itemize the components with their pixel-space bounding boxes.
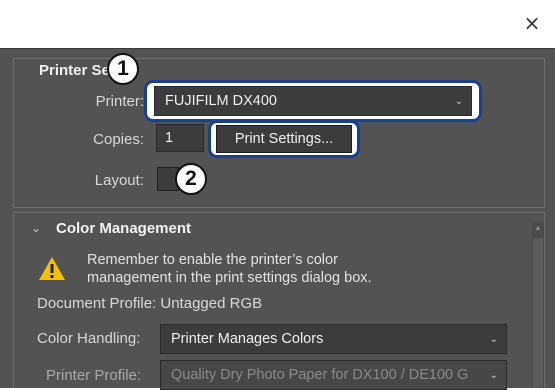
printer-label: Printer: (95, 93, 144, 110)
scrollbar-thumb[interactable] (533, 238, 543, 387)
color-handling-value: Printer Manages Colors (171, 331, 324, 347)
layout-label: Layout: (94, 172, 144, 189)
printer-profile-label: Printer Profile: (46, 367, 142, 384)
close-icon[interactable]: × (521, 12, 543, 34)
title-bar: × (0, 0, 555, 48)
color-management-title: Color Management (56, 220, 192, 237)
warning-line-2: management in the print settings dialog … (87, 270, 372, 286)
chevron-down-icon: ⌄ (489, 369, 498, 381)
callout-badge-2: 2 (175, 163, 207, 195)
print-settings-button[interactable]: Print Settings... (216, 125, 352, 153)
chevron-down-icon: ⌄ (454, 95, 463, 107)
copies-label: Copies: (93, 131, 144, 148)
color-handling-select[interactable]: Printer Manages Colors ⌄ (160, 324, 507, 354)
warning-line-1: Remember to enable the printer’s color (87, 252, 338, 268)
printer-select-value: FUJIFILM DX400 (165, 93, 277, 109)
scrollbar[interactable]: ▲ (532, 222, 544, 387)
printer-profile-select[interactable]: Quality Dry Photo Paper for DX100 / DE10… (160, 360, 507, 390)
document-profile-text: Document Profile: Untagged RGB (37, 295, 263, 312)
warning-icon (39, 257, 65, 280)
copies-value: 1 (165, 130, 174, 146)
callout-badge-1: 1 (107, 53, 139, 85)
copies-input[interactable]: 1 (156, 124, 204, 152)
scroll-up-icon[interactable]: ▲ (532, 222, 544, 234)
color-handling-label: Color Handling: (37, 330, 141, 347)
printer-profile-value: Quality Dry Photo Paper for DX100 / DE10… (171, 367, 469, 383)
printer-select[interactable]: FUJIFILM DX400 ⌄ (154, 86, 472, 116)
collapse-chevron-icon[interactable]: ⌄ (31, 221, 41, 235)
chevron-down-icon: ⌄ (489, 333, 498, 345)
